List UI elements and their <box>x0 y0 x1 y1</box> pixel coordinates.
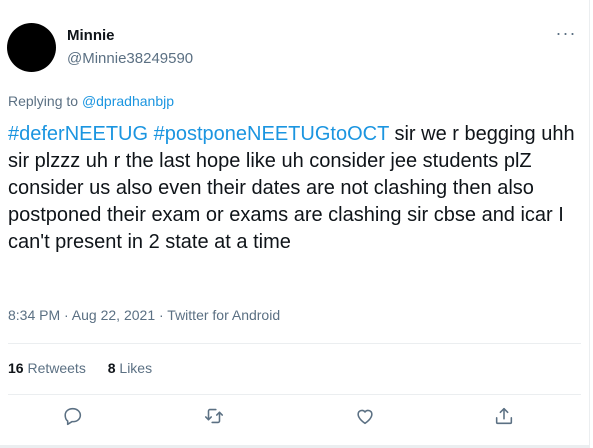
divider <box>8 343 581 344</box>
tweet-card: Minnie @Minnie38249590 ··· Replying to @… <box>0 0 590 448</box>
tweet-stats: 16 Retweets 8 Likes <box>8 360 152 376</box>
tweet-meta[interactable]: 8:34 PM · Aug 22, 2021 · Twitter for And… <box>8 307 280 323</box>
replying-prefix: Replying to <box>8 93 82 109</box>
likes-label: Likes <box>115 360 153 376</box>
like-icon[interactable] <box>354 405 376 427</box>
share-icon[interactable] <box>493 405 515 427</box>
more-options-icon[interactable]: ··· <box>551 24 581 46</box>
retweets-stat[interactable]: 16 Retweets <box>8 360 86 376</box>
display-name[interactable]: Minnie <box>67 27 115 44</box>
hashtag-link[interactable]: #deferNEETUG <box>8 123 148 145</box>
replying-to: Replying to @dpradhanbjp <box>8 93 174 109</box>
retweets-count: 16 <box>8 360 24 376</box>
divider <box>8 394 581 395</box>
likes-stat[interactable]: 8 Likes <box>108 360 152 376</box>
user-handle[interactable]: @Minnie38249590 <box>67 50 193 67</box>
avatar[interactable] <box>7 23 56 72</box>
tweet-text: #deferNEETUG #postponeNEETUGtoOCT sir we… <box>8 121 583 256</box>
replying-to-link[interactable]: @dpradhanbjp <box>82 93 174 109</box>
retweet-icon[interactable] <box>203 405 225 427</box>
retweets-label: Retweets <box>23 360 86 376</box>
likes-count: 8 <box>107 360 116 376</box>
action-bar <box>0 400 590 430</box>
hashtag-link[interactable]: #postponeNEETUGtoOCT <box>154 123 389 145</box>
reply-icon[interactable] <box>62 405 84 427</box>
